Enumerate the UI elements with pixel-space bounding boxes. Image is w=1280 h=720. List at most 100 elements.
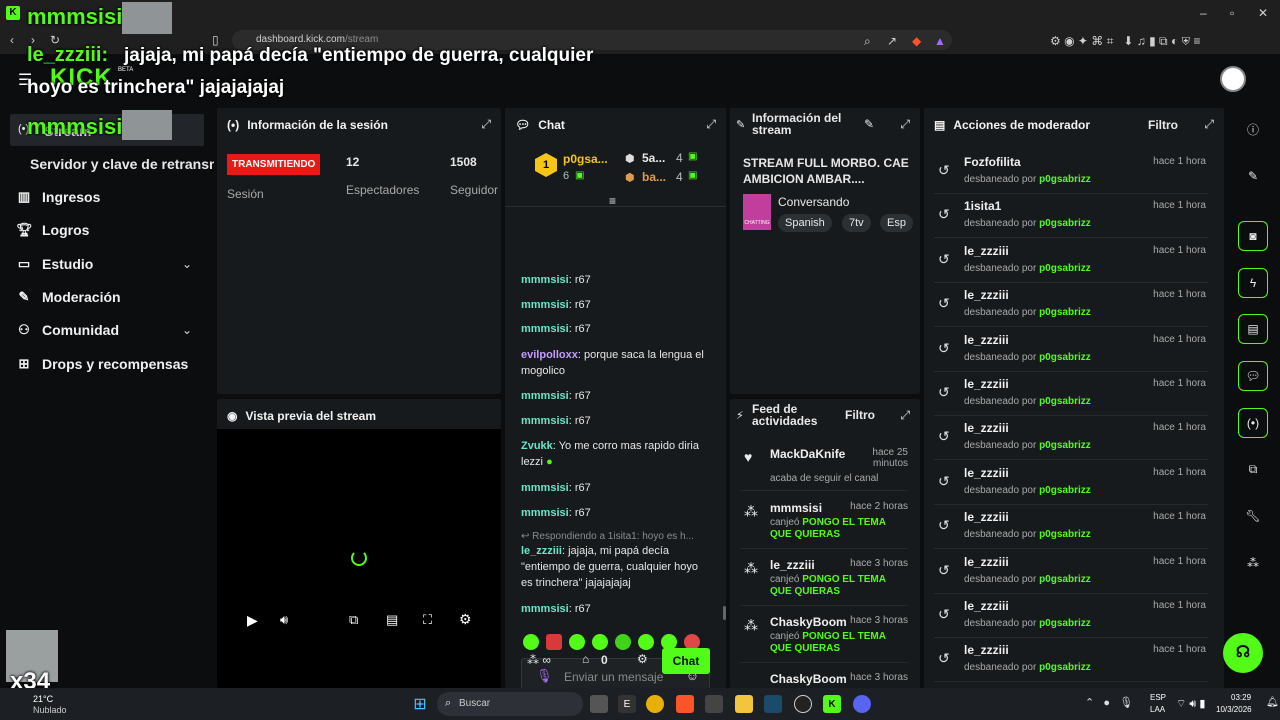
mod-action-user[interactable]: le_zzziii <box>964 377 1009 391</box>
chat-bubble-icon[interactable]: 💬︎ <box>1238 361 1268 391</box>
mod-action-row[interactable]: ↺ le_zzziii hace 1 hora desbaneado por p0gs… <box>934 638 1208 683</box>
camera-icon[interactable]: ◙ <box>1238 221 1268 251</box>
sidebar-item-estudio[interactable]: ▭ Estudio <box>16 256 94 272</box>
share-icon[interactable]: ↗ <box>887 34 897 48</box>
feed-username[interactable]: MackDaKnife <box>770 447 845 461</box>
chat-settings-icon[interactable]: ⚙ <box>637 652 648 666</box>
moderator-name[interactable]: p0gsabrizz <box>1039 485 1091 496</box>
feed-filter-button[interactable]: Filtro <box>845 408 875 422</box>
store-icon[interactable]: ⌂ <box>582 652 589 666</box>
clock-date[interactable]: 10/3/2026 <box>1216 705 1252 714</box>
theater-icon[interactable]: ▤ <box>386 612 398 628</box>
chat-username[interactable]: mmmsisi <box>521 299 569 311</box>
chat-username[interactable]: mmmsisi <box>521 603 569 615</box>
sidebar-item-comunidad[interactable]: ⚇ Comunidad <box>16 322 119 338</box>
emote-icon[interactable] <box>523 634 539 650</box>
info-icon[interactable]: ⓘ <box>1238 114 1268 144</box>
extensions-icon[interactable]: ⚙ ◉ ✦ ⌘ ⌗ ⬇ ♫ ▮ ⧉ ◐ ⛨ ≡ <box>1050 34 1201 49</box>
mod-action-user[interactable]: le_zzziii <box>964 244 1009 258</box>
moderator-name[interactable]: p0gsabrizz <box>1039 662 1091 673</box>
mod-action-user[interactable]: le_zzziii <box>964 510 1009 524</box>
mod-filter-button[interactable]: Filtro <box>1148 118 1178 132</box>
moderator-name[interactable]: p0gsabrizz <box>1039 352 1091 363</box>
mod-action-user[interactable]: 1isita1 <box>964 199 1001 213</box>
file-explorer-icon[interactable] <box>735 695 753 713</box>
tag[interactable]: Spanish <box>778 214 832 232</box>
edit-icon[interactable]: ✎ <box>1238 161 1268 191</box>
tray-icons[interactable]: ⌃ ● 🎙︎ <box>1085 696 1133 709</box>
mod-action-row[interactable]: ↺ le_zzziii hace 1 hora desbaneado por p0gs… <box>934 550 1208 594</box>
discord-icon[interactable] <box>853 695 871 713</box>
send-chat-button[interactable]: Chat <box>662 648 710 674</box>
moderator-name[interactable]: p0gsabrizz <box>1039 218 1091 229</box>
settings-icon[interactable]: ⚙ <box>459 611 472 628</box>
mod-action-row[interactable]: ↺ Fozfofilita hace 1 hora desbaneado por p0… <box>934 150 1208 194</box>
kick-tab-favicon[interactable]: K <box>6 6 20 20</box>
tag[interactable]: Esp <box>880 214 913 232</box>
feed-username[interactable]: mmmsisi <box>770 501 822 515</box>
moderator-name[interactable]: p0gsabrizz <box>1039 440 1091 451</box>
windows-start-icon[interactable]: ⊞ <box>411 695 429 713</box>
mod-action-user[interactable]: le_zzziii <box>964 288 1009 302</box>
chat-username[interactable]: mmmsisi <box>521 507 569 519</box>
expand-icon[interactable]: ⤢ <box>706 117 716 132</box>
moderator-name[interactable]: p0gsabrizz <box>1039 396 1091 407</box>
mod-action-row[interactable]: ↺ le_zzziii hace 1 hora desbaneado por p0gs… <box>934 505 1208 550</box>
sidebar-item-moderacion[interactable]: ✎ Moderación <box>16 289 121 305</box>
mod-action-user[interactable]: Fozfofilita <box>964 155 1021 169</box>
moderator-name[interactable]: p0gsabrizz <box>1039 307 1091 318</box>
chat-username[interactable]: mmmsisi <box>521 482 569 494</box>
document-icon[interactable]: ▤ <box>1238 314 1268 344</box>
window-restore-icon[interactable]: ▫ <box>1230 6 1234 20</box>
mod-action-row[interactable]: ↺ le_zzziii hace 1 hora desbaneado por p0gs… <box>934 594 1208 638</box>
mod-action-user[interactable]: le_zzziii <box>964 643 1009 657</box>
play-icon[interactable]: ▶ <box>247 612 258 629</box>
layout-icon[interactable]: ⧉ <box>1238 454 1268 484</box>
chevron-down-icon[interactable]: ⌄ <box>182 323 192 337</box>
chat-username[interactable]: le_zzziii <box>521 545 562 557</box>
task-view-icon[interactable] <box>590 695 608 713</box>
wrench-icon[interactable]: 🔧︎ <box>1238 501 1268 531</box>
moderator-name[interactable]: p0gsabrizz <box>1039 618 1091 629</box>
fullscreen-icon[interactable]: ⛶ <box>423 612 432 628</box>
volume-icon[interactable]: 🔊︎ <box>280 612 288 628</box>
mod-action-row[interactable]: ↺ le_zzziii hace 1 hora desbaneado por p0gs… <box>934 328 1208 372</box>
mod-action-user[interactable]: le_zzziii <box>964 466 1009 480</box>
emote-icon[interactable] <box>592 634 608 650</box>
category-name[interactable]: Conversando <box>778 195 849 209</box>
feed-username[interactable]: le_zzziii <box>770 558 815 572</box>
mod-action-row[interactable]: ↺ 1isita1 hace 1 hora desbaneado por p0gsab… <box>934 194 1208 239</box>
store-icon[interactable] <box>705 695 723 713</box>
sidebar-item-retransmision[interactable]: Servidor y clave de retransm <box>30 156 214 172</box>
window-close-icon[interactable]: ✕ <box>1258 6 1268 20</box>
edit-icon[interactable]: ✎ <box>864 117 874 131</box>
chat-username[interactable]: mmmsisi <box>521 323 569 335</box>
expand-icon[interactable]: ⤢ <box>900 408 910 423</box>
emote-icon[interactable] <box>615 634 631 650</box>
moderator-name[interactable]: p0gsabrizz <box>1039 529 1091 540</box>
emote-icon[interactable] <box>638 634 654 650</box>
avatar[interactable] <box>1220 66 1246 92</box>
brave-shield-icon[interactable]: ◆ <box>912 34 921 48</box>
mod-action-user[interactable]: le_zzziii <box>964 333 1009 347</box>
back-icon[interactable]: ‹ <box>10 33 14 47</box>
lang-1[interactable]: ESP <box>1150 693 1166 702</box>
steam-icon[interactable] <box>764 695 782 713</box>
network-icon[interactable]: ⌔ 🔊︎ ▮ <box>1176 697 1205 711</box>
feed-username[interactable]: ChaskyBoom <box>770 615 847 629</box>
microphone-icon[interactable]: 🎙︎ <box>536 668 553 684</box>
mod-action-row[interactable]: ↺ le_zzziii hace 1 hora desbaneado por p0gs… <box>934 416 1208 461</box>
window-minimize-icon[interactable]: – <box>1200 6 1207 20</box>
broadcast-icon[interactable]: (•) <box>1238 408 1268 438</box>
clock-time[interactable]: 03:29 <box>1231 693 1251 702</box>
mod-action-row[interactable]: ↺ le_zzziii hace 1 hora desbaneado por p0gs… <box>934 283 1208 328</box>
community-icon[interactable]: ⁂ ∞ <box>527 653 551 667</box>
expand-icon[interactable]: ⤢ <box>900 117 910 132</box>
brave-icon[interactable] <box>676 695 694 713</box>
chevron-down-icon[interactable]: ⌄ <box>182 257 192 271</box>
feed-username[interactable]: ChaskyBoom <box>770 672 847 686</box>
sidebar-item-ingresos[interactable]: ▥ Ingresos <box>16 189 101 205</box>
support-button[interactable]: ☊ <box>1223 633 1263 673</box>
chat-username[interactable]: evilpolloxx <box>521 349 578 361</box>
epic-games-icon[interactable]: E <box>618 695 636 713</box>
